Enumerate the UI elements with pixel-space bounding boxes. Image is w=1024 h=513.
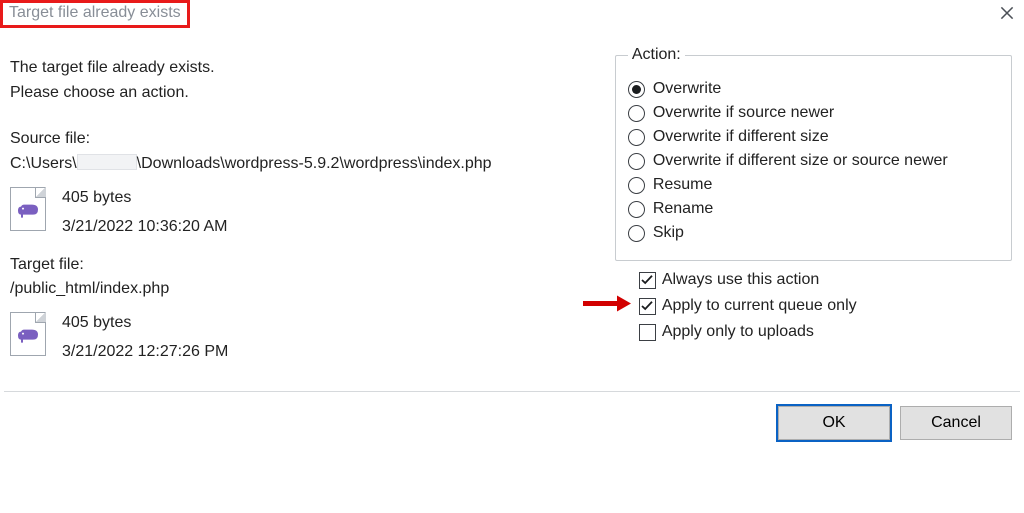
radio-icon[interactable] xyxy=(628,201,645,218)
radio-overwrite-newer[interactable]: Overwrite if source newer xyxy=(628,104,999,122)
target-mtime: 3/21/2022 12:27:26 PM xyxy=(62,337,228,367)
message-line2: Please choose an action. xyxy=(10,81,587,106)
check-uploads-only[interactable]: Apply only to uploads xyxy=(615,323,1012,341)
source-size: 405 bytes xyxy=(62,183,227,213)
checkbox-icon[interactable] xyxy=(639,272,656,289)
arrow-icon xyxy=(581,294,631,319)
php-file-icon xyxy=(10,308,48,358)
radio-resume[interactable]: Resume xyxy=(628,176,999,194)
radio-label: Skip xyxy=(653,224,684,242)
check-label: Apply only to uploads xyxy=(662,323,814,341)
dialog-title: Target file already exists xyxy=(0,0,190,28)
target-path: /public_html/index.php xyxy=(10,280,587,298)
message-text: The target file already exists. Please c… xyxy=(10,56,587,106)
cancel-button[interactable]: Cancel xyxy=(900,406,1012,440)
message-line1: The target file already exists. xyxy=(10,56,587,81)
dialog-body: The target file already exists. Please c… xyxy=(0,26,1024,381)
radio-label: Overwrite if different size xyxy=(653,128,829,146)
radio-label: Resume xyxy=(653,176,713,194)
action-legend: Action: xyxy=(628,46,685,64)
checkbox-icon[interactable] xyxy=(639,324,656,341)
radio-overwrite-size-newer[interactable]: Overwrite if different size or source ne… xyxy=(628,152,999,170)
check-queue-only[interactable]: Apply to current queue only xyxy=(615,297,1012,315)
source-label: Source file: xyxy=(10,130,587,148)
source-path-suffix: \Downloads\wordpress-5.9.2\wordpress\ind… xyxy=(137,155,492,172)
source-path-prefix: C:\Users\ xyxy=(10,155,77,172)
radio-label: Rename xyxy=(653,200,713,218)
dialog-window: Target file already exists The target fi… xyxy=(0,0,1024,513)
radio-overwrite[interactable]: Overwrite xyxy=(628,80,999,98)
check-label: Apply to current queue only xyxy=(662,297,857,315)
radio-icon[interactable] xyxy=(628,225,645,242)
checkbox-icon[interactable] xyxy=(639,298,656,315)
radio-icon[interactable] xyxy=(628,153,645,170)
radio-skip[interactable]: Skip xyxy=(628,224,999,242)
source-path-redacted xyxy=(77,154,137,170)
source-file-meta: 405 bytes 3/21/2022 10:36:20 AM xyxy=(62,183,227,242)
source-path: C:\Users\ \Downloads\wordpress-5.9.2\word… xyxy=(10,154,587,173)
left-column: The target file already exists. Please c… xyxy=(6,46,595,381)
target-label: Target file: xyxy=(10,256,587,274)
php-file-icon xyxy=(10,183,48,233)
source-file-row: 405 bytes 3/21/2022 10:36:20 AM xyxy=(10,183,587,242)
check-always[interactable]: Always use this action xyxy=(615,271,1012,289)
titlebar: Target file already exists xyxy=(0,0,1024,26)
target-size: 405 bytes xyxy=(62,308,228,338)
radio-icon[interactable] xyxy=(628,81,645,98)
radio-icon[interactable] xyxy=(628,105,645,122)
ok-button[interactable]: OK xyxy=(778,406,890,440)
footer: OK Cancel xyxy=(0,402,1024,448)
source-mtime: 3/21/2022 10:36:20 AM xyxy=(62,212,227,242)
target-file-row: 405 bytes 3/21/2022 12:27:26 PM xyxy=(10,308,587,367)
action-group: Action: Overwrite Overwrite if source ne… xyxy=(615,46,1012,261)
radio-overwrite-size[interactable]: Overwrite if different size xyxy=(628,128,999,146)
target-file-meta: 405 bytes 3/21/2022 12:27:26 PM xyxy=(62,308,228,367)
radio-icon[interactable] xyxy=(628,177,645,194)
radio-label: Overwrite if different size or source ne… xyxy=(653,152,948,170)
radio-label: Overwrite if source newer xyxy=(653,104,834,122)
radio-icon[interactable] xyxy=(628,129,645,146)
divider xyxy=(4,391,1020,392)
close-icon[interactable] xyxy=(998,4,1016,22)
radio-label: Overwrite xyxy=(653,80,721,98)
check-label: Always use this action xyxy=(662,271,819,289)
right-column: Action: Overwrite Overwrite if source ne… xyxy=(595,46,1018,381)
radio-rename[interactable]: Rename xyxy=(628,200,999,218)
